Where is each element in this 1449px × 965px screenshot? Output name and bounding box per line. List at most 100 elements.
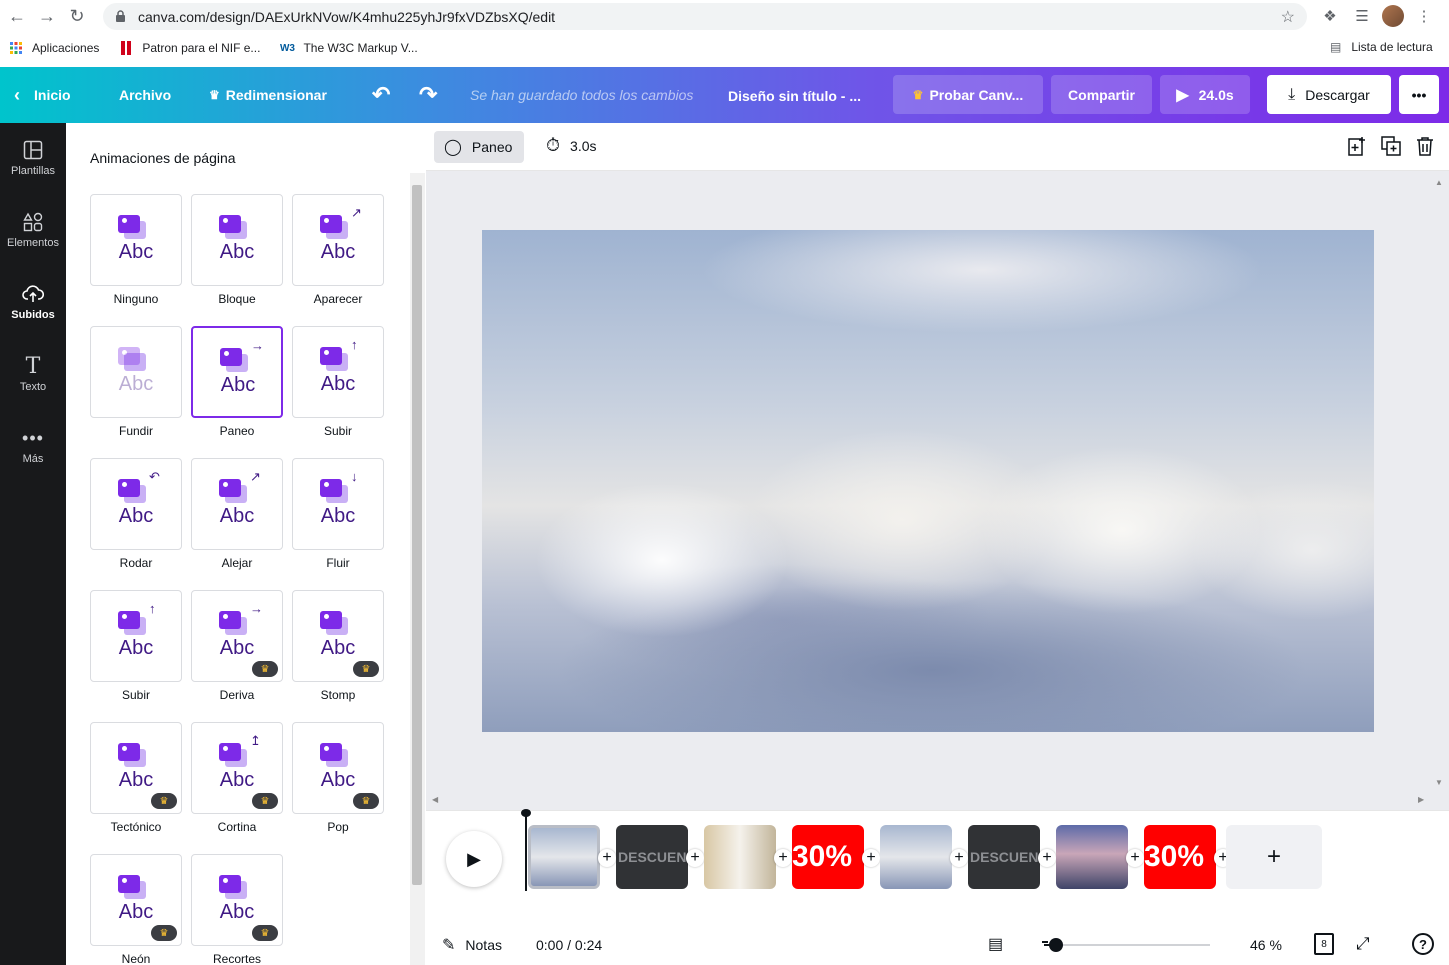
notes-button[interactable]: ✎ Notas bbox=[442, 935, 502, 955]
duplicate-page-icon[interactable] bbox=[1381, 135, 1401, 157]
address-bar[interactable]: canva.com/design/DAExUrkNVow/K4mhu225yhJ… bbox=[103, 3, 1307, 30]
nav-text[interactable]: T Texto bbox=[0, 354, 66, 415]
insert-page-icon[interactable]: + bbox=[1038, 849, 1056, 867]
timeline-clip[interactable] bbox=[880, 825, 952, 889]
animation-preview-text: Abc bbox=[320, 241, 356, 263]
insert-page-icon[interactable]: + bbox=[862, 849, 880, 867]
motion-arrow-icon: ↗ bbox=[250, 469, 261, 484]
browser-menu-icon[interactable]: ⋮ bbox=[1412, 4, 1436, 28]
share-button[interactable]: Compartir bbox=[1051, 75, 1152, 114]
fullscreen-icon[interactable]: ⤢ bbox=[1356, 934, 1370, 954]
bookmark-w3c[interactable]: W3 The W3C Markup V... bbox=[280, 41, 418, 55]
editor-footer: ✎ Notas 0:00 / 0:24 ▤ 46 % 8 ⤢ ? bbox=[426, 905, 1449, 965]
extensions-icon[interactable]: ❖ bbox=[1318, 4, 1342, 28]
page-count-button[interactable]: 8 bbox=[1314, 933, 1334, 955]
animation-preview-text: Abc bbox=[320, 505, 356, 527]
nav-templates[interactable]: Plantillas bbox=[0, 139, 66, 199]
bookmark-star-icon[interactable]: ☆ bbox=[1281, 7, 1295, 27]
animation-tile[interactable]: Abc ♛ bbox=[90, 854, 182, 946]
zoom-knob[interactable] bbox=[1048, 938, 1063, 952]
download-button[interactable]: ⤓ Descargar bbox=[1267, 75, 1391, 114]
bookmark-apps[interactable]: Aplicaciones bbox=[9, 41, 99, 55]
timeline-clip[interactable]: 30% bbox=[792, 825, 864, 889]
animation-tile[interactable]: Abc → ♛ bbox=[191, 590, 283, 682]
file-menu[interactable]: Archivo bbox=[119, 75, 171, 115]
bookmark-label: The W3C Markup V... bbox=[303, 41, 418, 55]
zoom-percent[interactable]: 46 % bbox=[1250, 937, 1282, 953]
document-title[interactable]: Diseño sin título - ... bbox=[728, 88, 861, 104]
animation-label: Fundir bbox=[118, 424, 153, 438]
reading-list[interactable]: ▤ Lista de lectura bbox=[1330, 40, 1433, 54]
back-icon[interactable]: ← bbox=[2, 2, 32, 32]
nav-elements[interactable]: Elementos bbox=[0, 211, 66, 271]
animation-tile[interactable]: Abc ♛ bbox=[90, 722, 182, 814]
crown-icon: ♛ bbox=[912, 87, 924, 102]
timeline-clip[interactable]: DESCUEN bbox=[968, 825, 1040, 889]
animation-tile[interactable]: Abc ♛ bbox=[191, 854, 283, 946]
grid-view-icon[interactable]: ▤ bbox=[988, 934, 1003, 954]
animation-tile[interactable]: Abc bbox=[90, 194, 182, 286]
profile-avatar[interactable] bbox=[1382, 5, 1404, 27]
animation-tile[interactable]: Abc ♛ bbox=[292, 722, 384, 814]
redo-icon[interactable]: ↷ bbox=[419, 75, 437, 115]
animation-tile[interactable]: Abc ↗ bbox=[292, 194, 384, 286]
animation-button[interactable]: ◯ Paneo bbox=[434, 131, 524, 163]
scroll-down-icon[interactable]: ▼ bbox=[1435, 778, 1443, 787]
timeline-clip[interactable]: 30% bbox=[1144, 825, 1216, 889]
timeline-clip[interactable] bbox=[704, 825, 776, 889]
help-button[interactable]: ? bbox=[1412, 933, 1434, 955]
animation-tile[interactable]: Abc ↶ bbox=[90, 458, 182, 550]
animation-preview-text: Abc bbox=[118, 637, 154, 659]
insert-page-icon[interactable]: + bbox=[774, 849, 792, 867]
animation-tile[interactable]: Abc bbox=[191, 194, 283, 286]
nav-more[interactable]: ••• Más bbox=[0, 427, 66, 487]
media-control-icon[interactable]: ☰ bbox=[1350, 4, 1374, 28]
motion-arrow-icon: ↑ bbox=[149, 601, 156, 616]
insert-page-icon[interactable]: + bbox=[1126, 849, 1144, 867]
timeline-clip[interactable] bbox=[1056, 825, 1128, 889]
design-canvas-clouds[interactable] bbox=[482, 230, 1374, 732]
animation-tile[interactable]: Abc bbox=[90, 326, 182, 418]
scroll-right-icon[interactable]: ▶ bbox=[1418, 795, 1424, 804]
scroll-left-icon[interactable]: ◀ bbox=[432, 795, 438, 804]
timeline: ▶ + DESCUEN + +30% + + DESCUEN + +30% + + bbox=[426, 809, 1449, 905]
panel-scroll-thumb[interactable] bbox=[412, 185, 422, 885]
image-icon bbox=[220, 348, 242, 366]
timeline-clip[interactable]: DESCUEN bbox=[616, 825, 688, 889]
animation-label: Subir bbox=[323, 424, 352, 438]
insert-page-icon[interactable]: + bbox=[686, 849, 704, 867]
animation-tile[interactable]: Abc ↑ bbox=[90, 590, 182, 682]
image-icon bbox=[118, 479, 140, 497]
animation-tile[interactable]: Abc → bbox=[191, 326, 283, 418]
forward-icon[interactable]: → bbox=[32, 2, 62, 32]
playhead[interactable] bbox=[521, 809, 531, 891]
undo-icon[interactable]: ↶ bbox=[372, 75, 390, 115]
animation-tile[interactable]: Abc ↥ ♛ bbox=[191, 722, 283, 814]
timing-button[interactable]: ⏱ 3.0s bbox=[546, 135, 597, 156]
add-page-icon[interactable] bbox=[1347, 135, 1367, 157]
timeline-play-button[interactable]: ▶ bbox=[446, 831, 502, 887]
add-page-button[interactable]: + bbox=[1226, 825, 1322, 889]
animation-tile[interactable]: Abc ♛ bbox=[292, 590, 384, 682]
panel-scrollbar[interactable] bbox=[410, 173, 425, 965]
bookmark-nif[interactable]: Patron para el NIF e... bbox=[119, 41, 260, 55]
reload-icon[interactable]: ↻ bbox=[62, 2, 92, 32]
save-status: Se han guardado todos los cambios bbox=[470, 87, 694, 103]
resize-button[interactable]: ♛ Redimensionar bbox=[209, 75, 327, 115]
animation-tile[interactable]: Abc ↓ bbox=[292, 458, 384, 550]
nav-uploads[interactable]: Subidos bbox=[0, 283, 66, 343]
home-link[interactable]: ‹ Inicio bbox=[14, 75, 71, 115]
delete-page-icon[interactable] bbox=[1415, 135, 1435, 157]
present-button[interactable]: ▶ 24.0s bbox=[1160, 75, 1250, 114]
try-pro-button[interactable]: ♛ Probar Canv... bbox=[893, 75, 1043, 114]
more-options-button[interactable]: ••• bbox=[1399, 75, 1439, 114]
motion-arrow-icon: ↑ bbox=[351, 337, 358, 352]
animation-tile[interactable]: Abc ↗ bbox=[191, 458, 283, 550]
insert-page-icon[interactable]: + bbox=[950, 849, 968, 867]
timeline-clip[interactable] bbox=[528, 825, 600, 889]
scroll-up-icon[interactable]: ▲ bbox=[1435, 178, 1443, 187]
animation-tile[interactable]: Abc ↑ bbox=[292, 326, 384, 418]
zoom-slider[interactable] bbox=[1044, 938, 1210, 952]
time-display: 0:00 / 0:24 bbox=[536, 937, 603, 953]
insert-page-icon[interactable]: + bbox=[598, 849, 616, 867]
